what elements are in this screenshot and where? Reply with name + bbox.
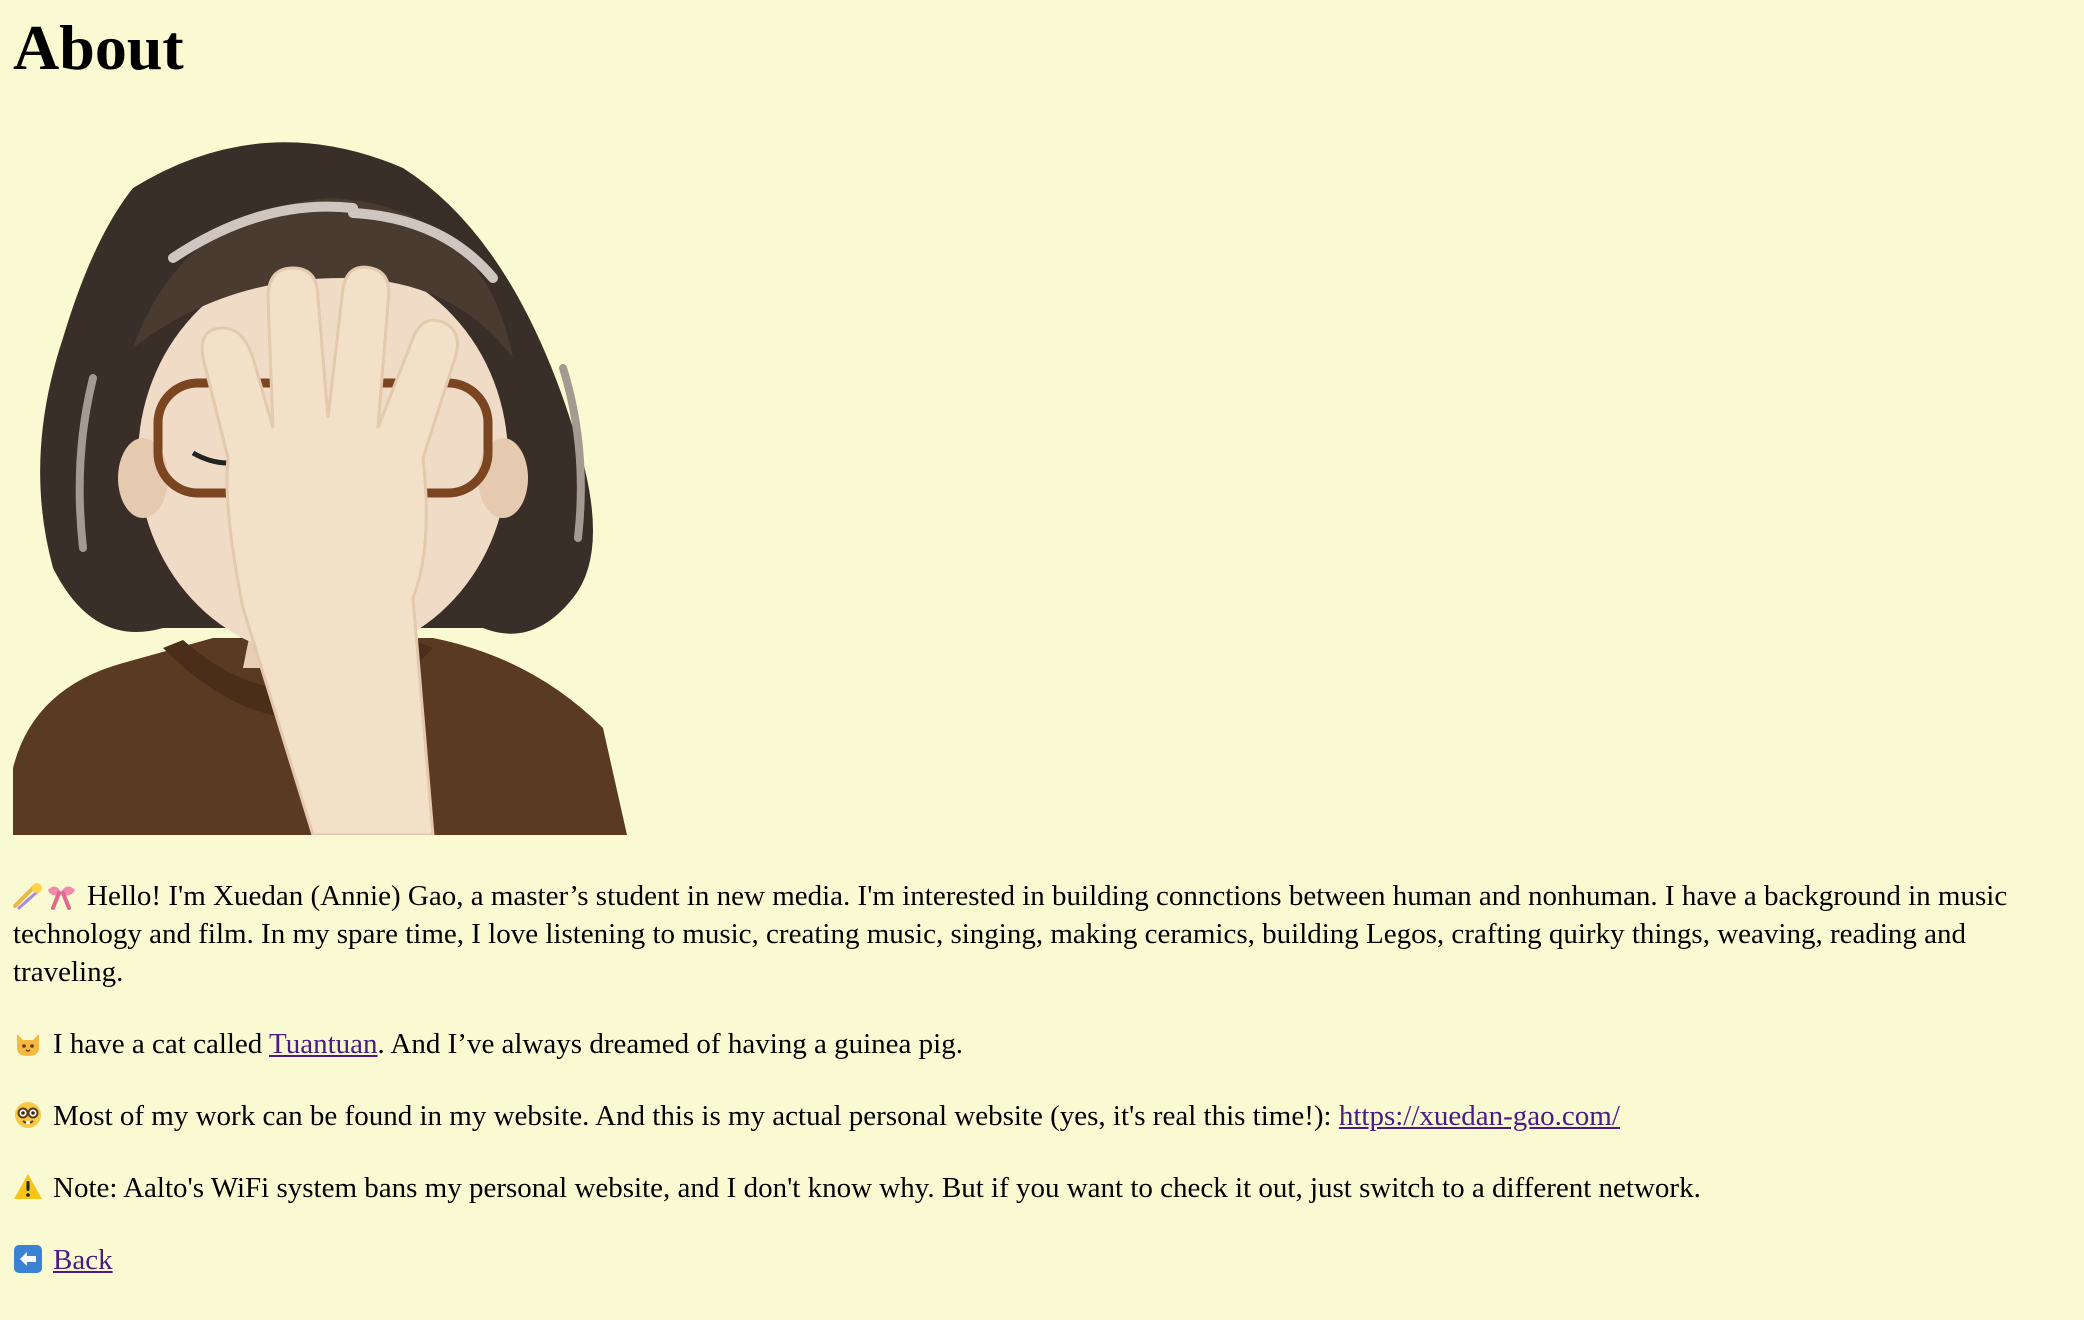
cat-face-emoji-icon [17, 1034, 39, 1056]
intro-paragraph: Hello! I'm Xuedan (Annie) Gao, a master’… [13, 877, 2071, 991]
work-paragraph: Most of my work can be found in my websi… [13, 1097, 2071, 1135]
note-paragraph: Note: Aalto's WiFi system bans my person… [13, 1169, 2071, 1207]
cat-text-before: I have a cat called [53, 1028, 270, 1060]
back-paragraph: Back [13, 1241, 2071, 1279]
avatar-memoji-image [13, 142, 627, 835]
cat-text-after: . And I’ve always dreamed of having a gu… [377, 1028, 963, 1060]
cat-paragraph: I have a cat called Tuantuan. And I’ve a… [13, 1025, 2071, 1063]
comet-ribbon-emoji-icon [13, 883, 75, 910]
nerd-face-emoji-icon [15, 1102, 41, 1128]
intro-text: Hello! I'm Xuedan (Annie) Gao, a master’… [13, 880, 2008, 988]
page-title: About [13, 12, 184, 83]
warning-emoji-icon [14, 1174, 42, 1199]
tuantuan-link[interactable]: Tuantuan [269, 1028, 378, 1060]
left-arrow-emoji-icon [14, 1245, 42, 1273]
personal-website-link[interactable]: https://xuedan-gao.com/ [1339, 1100, 1620, 1132]
work-text: Most of my work can be found in my websi… [53, 1100, 1339, 1132]
note-text: Note: Aalto's WiFi system bans my person… [53, 1172, 1701, 1204]
about-page: About Hello! I'm Xuedan (Annie) Gao, a m… [0, 0, 2084, 1320]
back-link[interactable]: Back [53, 1244, 113, 1276]
